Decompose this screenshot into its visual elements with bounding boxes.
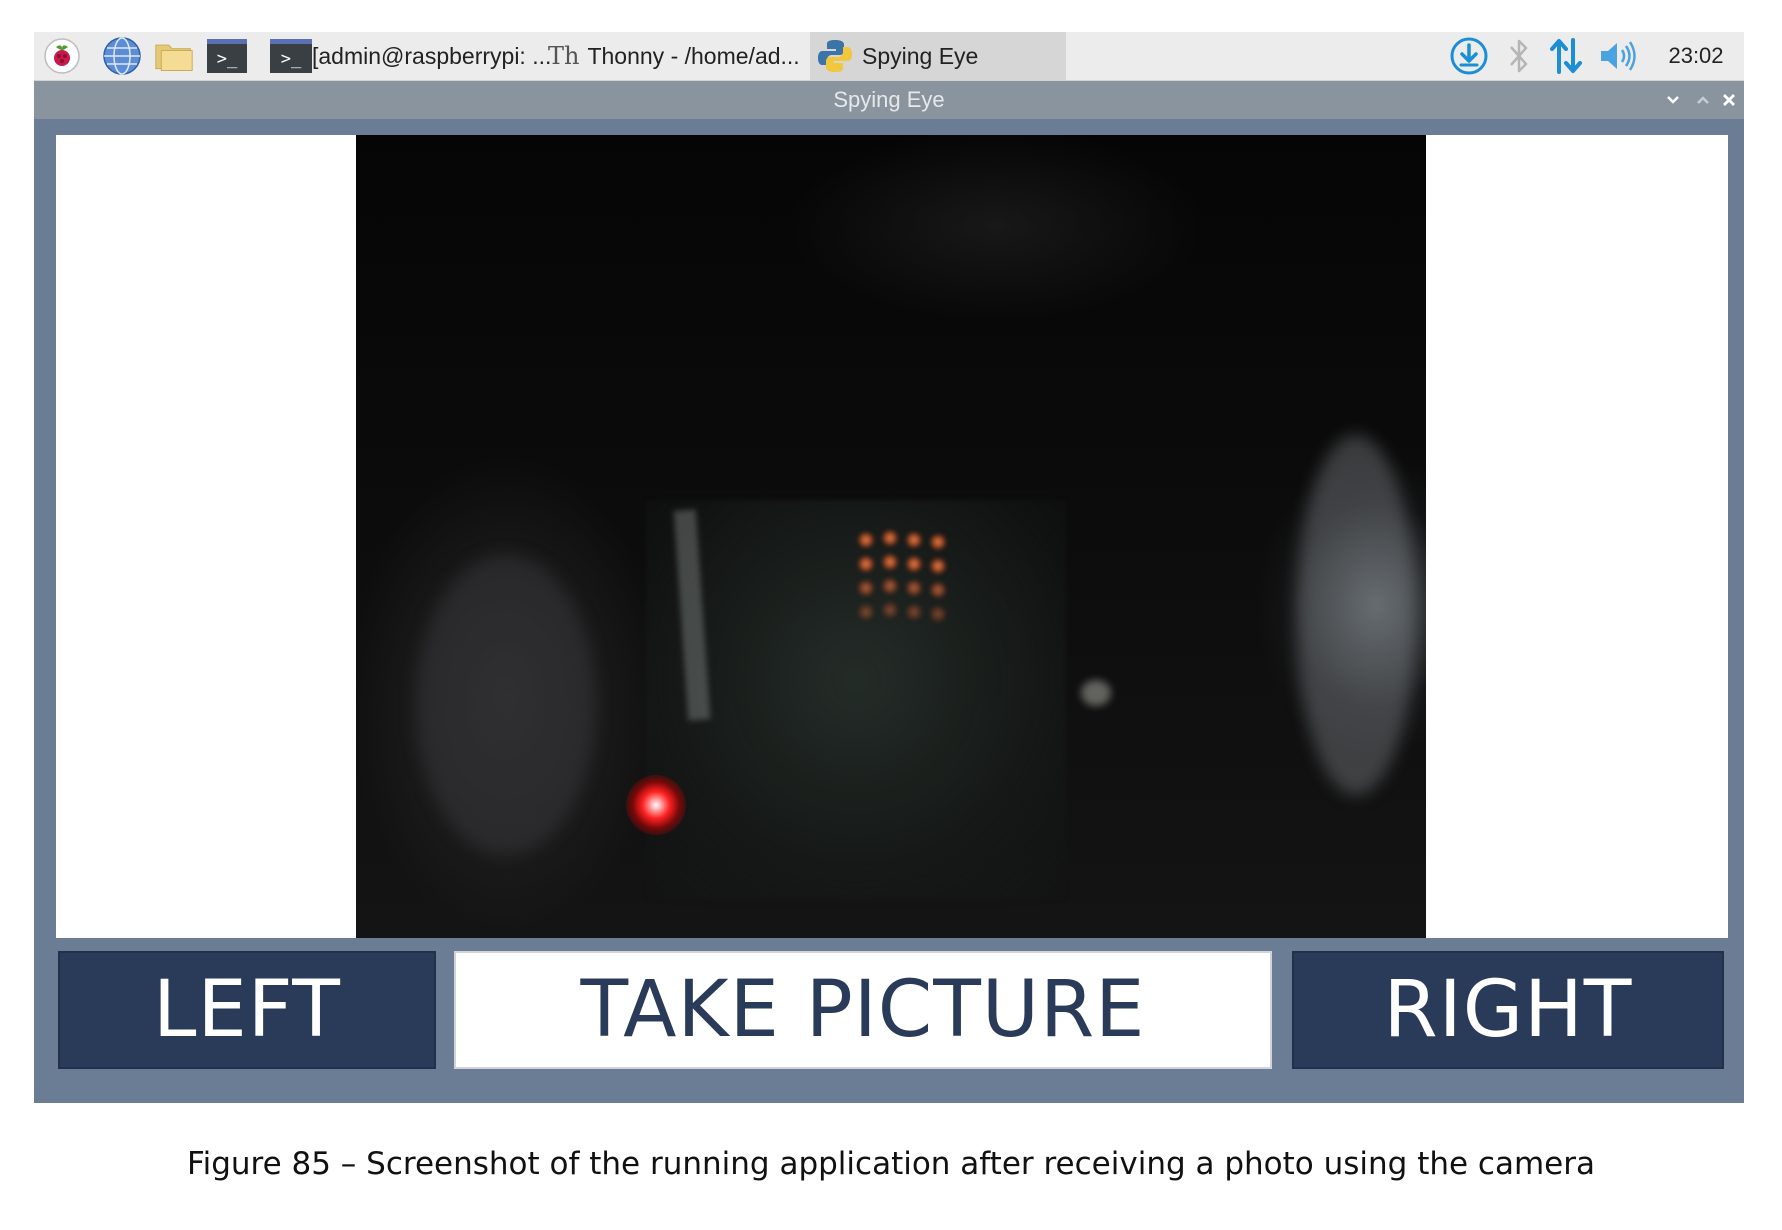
right-button-label: RIGHT [1383, 965, 1633, 1055]
window-title: Spying Eye [833, 87, 945, 112]
file-manager-icon[interactable] [154, 38, 194, 74]
figure-caption: Figure 85 – Screenshot of the running ap… [187, 1146, 1595, 1182]
led-matrix [856, 530, 956, 630]
red-led [626, 775, 686, 835]
task-terminal[interactable]: >_ [admin@raspberrypi: ... [264, 32, 557, 80]
left-button-label: LEFT [153, 965, 341, 1055]
python-icon [818, 40, 852, 72]
task-label: Spying Eye [862, 42, 979, 69]
clock[interactable]: 23:02 [1658, 32, 1734, 80]
window-body: LEFT TAKE PICTURE RIGHT [34, 119, 1744, 1103]
task-label: Thonny - /home/ad... [587, 42, 800, 69]
globe-icon[interactable] [102, 37, 142, 75]
photo-shadow [416, 555, 596, 855]
right-button[interactable]: RIGHT [1292, 951, 1724, 1069]
task-thonny[interactable]: Th Thonny - /home/ad... [542, 32, 806, 80]
raspberry-pi-icon[interactable] [42, 38, 82, 74]
bluetooth-icon[interactable] [1502, 32, 1536, 80]
image-preview-area [56, 135, 1728, 938]
photo-highlight [1296, 435, 1416, 795]
camera-photo [356, 135, 1426, 938]
download-icon[interactable] [1446, 32, 1492, 80]
taskbar: >_ >_ [admin@raspberrypi: ... Th Thonny … [34, 32, 1744, 81]
task-spying-eye[interactable]: Spying Eye [810, 32, 1066, 80]
terminal-icon: >_ [270, 39, 312, 73]
task-label: [admin@raspberrypi: ... [312, 42, 552, 69]
network-icon[interactable] [1546, 32, 1586, 80]
thonny-icon: Th [548, 42, 580, 70]
chevron-down-icon[interactable] [1660, 81, 1686, 119]
photo-reflection [1081, 680, 1111, 706]
chevron-up-icon[interactable] [1690, 81, 1716, 119]
window-title-bar[interactable]: Spying Eye [34, 81, 1744, 119]
take-picture-button[interactable]: TAKE PICTURE [454, 951, 1272, 1069]
volume-icon[interactable] [1596, 32, 1640, 80]
take-picture-button-label: TAKE PICTURE [580, 965, 1146, 1055]
close-icon[interactable] [1716, 81, 1742, 119]
terminal-icon[interactable]: >_ [207, 38, 247, 74]
left-button[interactable]: LEFT [58, 951, 436, 1069]
